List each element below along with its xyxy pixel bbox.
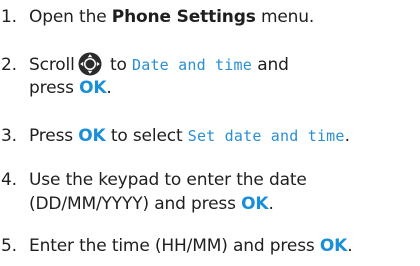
step-number: 2.: [1, 55, 17, 75]
step-number: 4.: [1, 170, 17, 190]
step-4-line-2: (DD/MM/YYYY) and press OK.: [0, 192, 420, 216]
step-5: 5. Enter the time (HH/MM) and press OK.: [0, 234, 420, 258]
step-4: 4. Use the keypad to enter the date: [0, 168, 420, 192]
step-text: (DD/MM/YYYY) and press: [29, 194, 242, 214]
ok-key-label: OK: [79, 78, 107, 98]
step-text: Scroll: [29, 55, 75, 75]
lcd-set-date-and-time: Set date and time: [187, 127, 345, 145]
step-text: .: [106, 78, 112, 98]
step-2-line-2: press OK.: [0, 76, 420, 100]
step-text: .: [347, 236, 353, 256]
step-text: to select: [105, 126, 188, 146]
step-3: 3. Press OK to select Set date and time.: [0, 124, 420, 148]
scroll-navigation-icon: [78, 52, 102, 76]
step-text: .: [344, 126, 350, 146]
step-number: 3.: [1, 126, 17, 146]
phone-settings-label: Phone Settings: [111, 7, 256, 27]
ok-key-label: OK: [78, 126, 106, 146]
ok-key-label: OK: [319, 236, 348, 256]
step-text: Enter the time (HH/MM) and press: [29, 236, 320, 256]
step-number: 1.: [1, 7, 17, 27]
step-text: Use the keypad to enter the date: [29, 170, 307, 190]
step-1: 1. Open the Phone Settings menu.: [0, 5, 420, 29]
step-number: 5.: [1, 236, 17, 256]
step-2: 2. Scroll to Date and time and: [0, 52, 420, 77]
step-text: Press: [29, 126, 79, 146]
step-text: press: [29, 78, 80, 98]
step-text: to: [104, 55, 132, 75]
step-text: Open the: [29, 7, 112, 27]
step-text: .: [268, 194, 274, 214]
step-text: menu.: [255, 7, 315, 27]
step-text: and: [251, 55, 289, 75]
lcd-date-and-time: Date and time: [131, 56, 252, 74]
instruction-steps: 1. Open the Phone Settings menu. 2. Scroll…: [0, 0, 420, 266]
ok-key-label: OK: [241, 194, 269, 214]
